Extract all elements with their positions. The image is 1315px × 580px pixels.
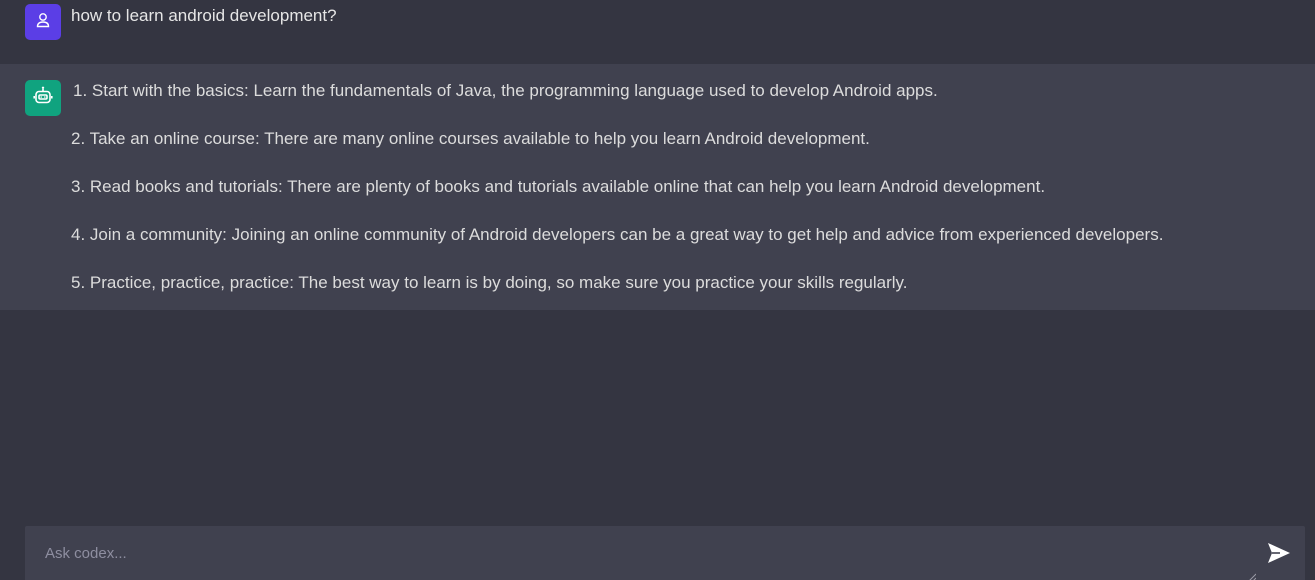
user-message: how to learn android development? <box>0 0 1315 64</box>
bot-avatar <box>25 80 61 116</box>
user-icon <box>34 11 52 34</box>
prompt-input[interactable] <box>25 526 1255 580</box>
bot-message-line: 2. Take an online course: There are many… <box>71 129 870 148</box>
bot-message-line: 5. Practice, practice, practice: The bes… <box>71 273 908 292</box>
bot-message-line: 4. Join a community: Joining an online c… <box>71 225 1164 244</box>
user-avatar <box>25 4 61 40</box>
send-button[interactable] <box>1264 540 1294 568</box>
resize-grip-icon[interactable] <box>1247 569 1257 580</box>
message-composer <box>25 526 1305 580</box>
user-message-text: how to learn android development? <box>71 6 337 25</box>
bot-message-line: 1. Start with the basics: Learn the fund… <box>73 81 938 100</box>
send-icon <box>1267 542 1291 567</box>
bot-message-line: 3. Read books and tutorials: There are p… <box>71 177 1046 196</box>
bot-icon <box>32 85 54 112</box>
chat-container: how to learn android development? <box>0 0 1315 310</box>
chat-app: how to learn android development? 1. Sta… <box>0 0 1315 580</box>
